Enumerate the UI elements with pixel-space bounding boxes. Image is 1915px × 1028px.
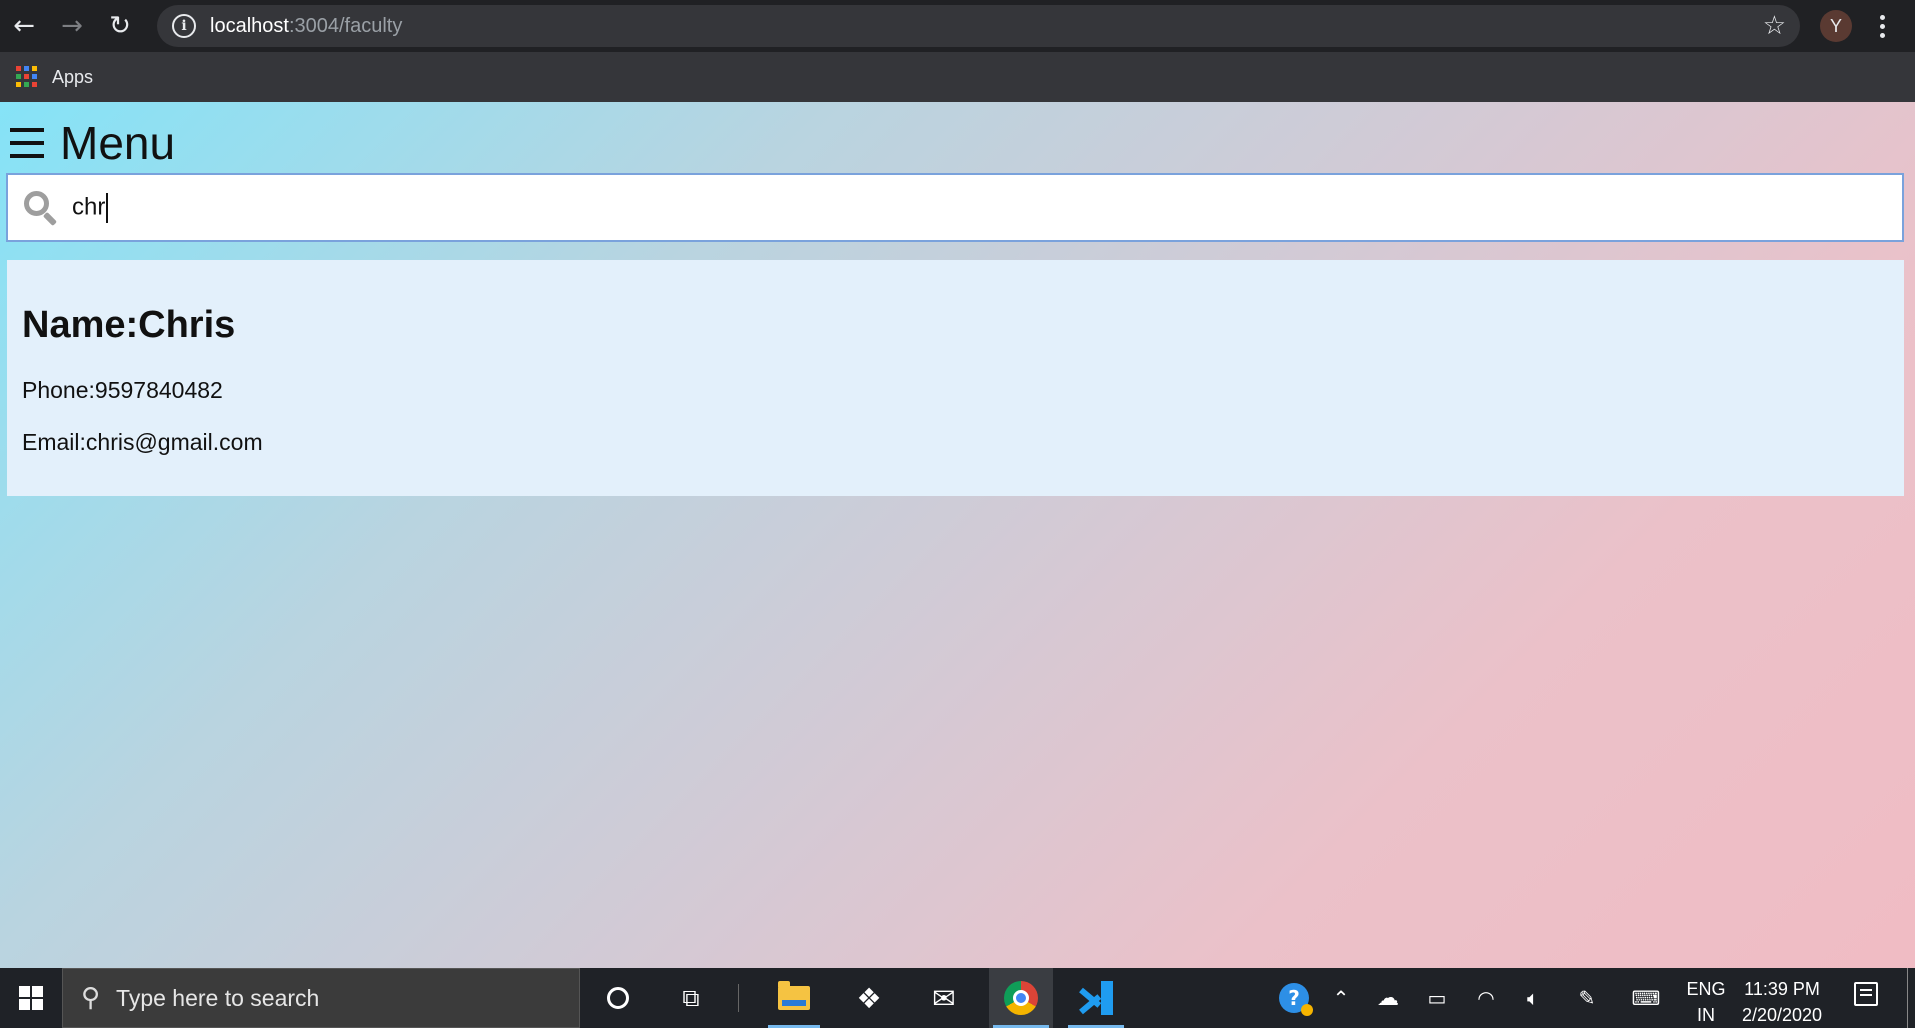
search-box[interactable]: chr xyxy=(6,173,1904,242)
search-icon xyxy=(24,190,58,226)
menu-title[interactable]: Menu xyxy=(60,120,175,166)
show-desktop-button[interactable] xyxy=(1907,968,1908,1028)
search-input[interactable]: chr xyxy=(72,192,1872,223)
taskbar-clock[interactable]: 11:39 PM 2/20/2020 xyxy=(1740,976,1824,1028)
battery-tray-button[interactable]: ▭ xyxy=(1422,968,1452,1028)
keyboard-icon: ⌨ xyxy=(1631,986,1661,1010)
arrow-left-icon: ← xyxy=(13,11,35,41)
site-info-icon[interactable]: i xyxy=(172,14,196,38)
windows-taskbar: ⚲ Type here to search ⧉ ❖ ✉ ? ⌃ ☁ ▭ ◠ 🔈︎… xyxy=(0,968,1915,1028)
onedrive-tray-button[interactable]: ☁ xyxy=(1373,968,1403,1028)
browser-toolbar: ← → ↻ i localhost:3004/faculty ☆ Y xyxy=(0,0,1915,52)
battery-icon: ▭ xyxy=(1427,986,1447,1010)
apps-grid-icon[interactable] xyxy=(16,66,38,88)
file-explorer-icon xyxy=(778,981,810,1010)
taskbar-search-box[interactable]: ⚲ Type here to search xyxy=(62,968,580,1028)
wifi-tray-button[interactable]: ◠ xyxy=(1471,968,1501,1028)
reload-icon: ↻ xyxy=(109,11,131,41)
cloud-icon: ☁ xyxy=(1377,985,1399,1011)
chevron-up-icon: ⌃ xyxy=(1332,986,1350,1010)
address-url[interactable]: localhost:3004/faculty xyxy=(210,15,402,38)
task-view-button[interactable]: ⧉ xyxy=(661,968,721,1028)
hamburger-menu-icon[interactable] xyxy=(10,128,44,158)
vscode-icon xyxy=(1079,981,1113,1015)
clock-date: 2/20/2020 xyxy=(1741,1005,1823,1025)
help-icon: ? xyxy=(1279,983,1313,1016)
apps-bookmark[interactable]: Apps xyxy=(52,67,93,88)
cortana-button[interactable] xyxy=(588,968,648,1028)
cortana-icon xyxy=(607,987,629,1009)
chrome-icon xyxy=(1004,981,1038,1015)
action-center-icon[interactable] xyxy=(1854,982,1878,1006)
page-body: Menu chr Name:Chris Phone:9597840482 Ema… xyxy=(0,102,1915,968)
show-hidden-icons-button[interactable]: ⌃ xyxy=(1327,968,1355,1028)
volume-icon: 🔈︎ xyxy=(1527,986,1539,1010)
clock-time: 11:39 PM xyxy=(1744,979,1820,999)
file-explorer-button[interactable] xyxy=(764,968,824,1028)
profile-avatar[interactable]: Y xyxy=(1820,10,1852,42)
dropbox-button[interactable]: ❖ xyxy=(839,968,899,1028)
search-input-value: chr xyxy=(72,192,106,220)
reload-button[interactable]: ↻ xyxy=(96,0,144,52)
arrow-right-icon: → xyxy=(61,11,83,41)
address-bar[interactable]: i localhost:3004/faculty ☆ xyxy=(157,5,1800,47)
faculty-result-card: Name:Chris Phone:9597840482 Email:chris@… xyxy=(7,260,1904,496)
windows-logo-icon xyxy=(19,986,43,1010)
bookmark-star-icon[interactable]: ☆ xyxy=(1763,11,1786,41)
language-region: IN xyxy=(1697,1005,1715,1025)
faculty-phone: Phone:9597840482 xyxy=(22,377,223,403)
volume-tray-button[interactable]: 🔈︎ xyxy=(1518,968,1548,1028)
chrome-taskbar-button[interactable] xyxy=(989,968,1053,1028)
pen-workspace-button[interactable]: ✎ xyxy=(1572,968,1602,1028)
menu-header[interactable]: Menu xyxy=(10,120,175,166)
taskbar-divider xyxy=(738,984,739,1012)
back-button[interactable]: ← xyxy=(0,0,48,52)
help-tray-button[interactable]: ? xyxy=(1277,968,1313,1028)
url-path: :3004/faculty xyxy=(288,14,403,37)
input-language-button[interactable]: ENG IN xyxy=(1686,976,1726,1028)
url-host: localhost xyxy=(210,14,289,37)
touch-keyboard-button[interactable]: ⌨ xyxy=(1631,968,1661,1028)
search-icon: ⚲ xyxy=(81,983,101,1013)
forward-button[interactable]: → xyxy=(48,0,96,52)
mail-button[interactable]: ✉ xyxy=(914,968,974,1028)
bookmarks-bar: Apps xyxy=(0,52,1915,102)
task-view-icon: ⧉ xyxy=(682,984,700,1012)
faculty-email: Email:chris@gmail.com xyxy=(22,429,263,455)
pen-icon: ✎ xyxy=(1578,986,1596,1010)
taskbar-search-placeholder: Type here to search xyxy=(116,984,320,1011)
text-caret xyxy=(106,192,109,223)
vscode-taskbar-button[interactable] xyxy=(1064,968,1128,1028)
language-code: ENG xyxy=(1686,979,1726,999)
start-button[interactable] xyxy=(0,968,62,1028)
browser-menu-icon[interactable] xyxy=(1870,10,1894,42)
dropbox-icon: ❖ xyxy=(856,981,882,1015)
faculty-name: Name:Chris xyxy=(22,304,236,346)
mail-icon: ✉ xyxy=(932,981,956,1015)
wifi-icon: ◠ xyxy=(1477,986,1495,1010)
